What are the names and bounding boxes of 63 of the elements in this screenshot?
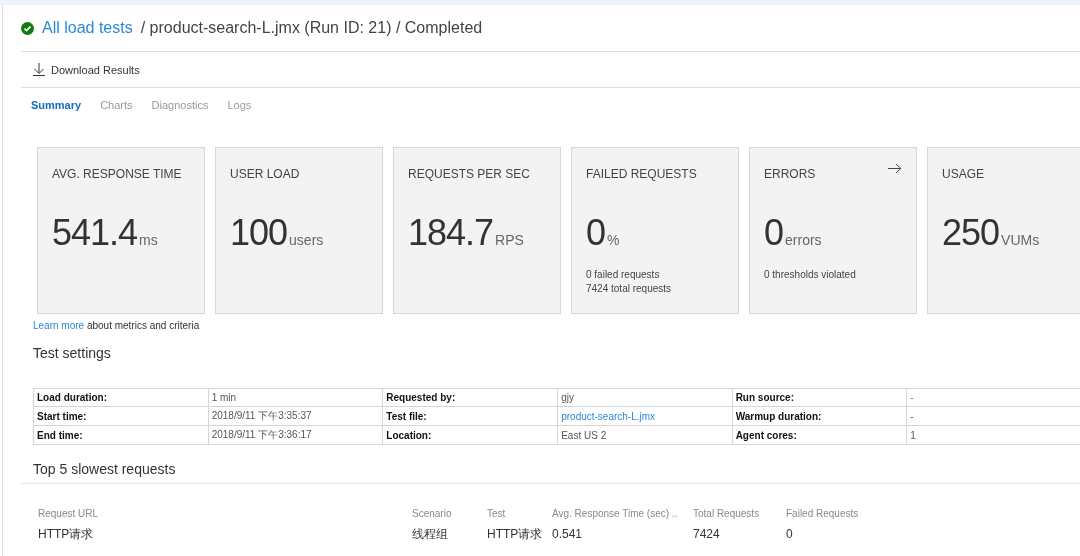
metric-value: 541.4 xyxy=(52,212,138,254)
metric-unit: errors xyxy=(785,232,822,248)
metric-title: ERRORS xyxy=(764,167,816,181)
section-title: Test settings xyxy=(32,344,112,363)
breadcrumb-link[interactable]: All load tests xyxy=(42,19,133,37)
metric-title: AVG. RESPONSE TIME xyxy=(52,167,182,181)
column-header: Failed Requests xyxy=(786,508,860,519)
column-header: Scenario xyxy=(412,508,453,519)
download-icon xyxy=(33,63,45,76)
setting-value: 2018/9/11 下午3:35:37 xyxy=(208,406,383,426)
metric-value: 0 xyxy=(586,212,606,254)
metric-value: 100 xyxy=(230,212,288,254)
tab[interactable]: Summary xyxy=(31,97,82,112)
setting-value: 1 min xyxy=(208,388,383,407)
setting-label: Requested by: xyxy=(382,388,558,407)
table-cell-text: 线程组 xyxy=(412,527,449,541)
download-button[interactable]: Download Results xyxy=(21,63,140,76)
metric-title: FAILED REQUESTS xyxy=(586,167,697,181)
column-header: Request URL xyxy=(38,508,100,519)
metric-card[interactable]: ERRORS 0errors 0 thresholds violated xyxy=(749,147,917,314)
tab[interactable]: Logs xyxy=(227,97,252,112)
setting-value: East US 2 xyxy=(557,425,733,445)
setting-label: Test file: xyxy=(382,406,558,426)
metric-unit: RPS xyxy=(495,232,524,248)
setting-label: End time: xyxy=(33,425,209,445)
setting-value: 2018/9/11 下午3:36:17 xyxy=(208,425,383,445)
metric-unit: users xyxy=(289,232,324,248)
setting-label: Load duration: xyxy=(33,388,209,407)
table-cell-text: HTTP请求 xyxy=(38,527,95,541)
metric-title: USAGE xyxy=(942,167,984,181)
metric-value: 0 xyxy=(764,212,784,254)
metric-unit: VUMs xyxy=(1001,232,1040,248)
arrow-right-icon xyxy=(888,163,902,174)
setting-value: gjy xyxy=(557,388,733,407)
column-header: Avg. Response Time (sec) .. xyxy=(552,508,679,519)
tab[interactable]: Charts xyxy=(100,97,133,112)
table-cell-text: 0 xyxy=(786,527,794,541)
metric-title: REQUESTS PER SEC xyxy=(408,167,531,181)
metric-note: 0 thresholds violated xyxy=(764,268,857,282)
setting-label: Warmup duration: xyxy=(732,406,907,426)
setting-link[interactable]: - xyxy=(906,388,1080,407)
section-title: Top 5 slowest requests xyxy=(21,445,1080,484)
tab[interactable]: Diagnostics xyxy=(151,97,209,112)
metric-title: USER LOAD xyxy=(230,167,300,181)
breadcrumb-trail: / product-search-L.jmx (Run ID: 21) / Completed xyxy=(140,19,483,37)
table-cell-text: HTTP请求 xyxy=(487,527,544,541)
setting-label: Start time: xyxy=(33,406,209,426)
metric-unit: ms xyxy=(139,232,158,248)
setting-label: Agent cores: xyxy=(732,425,907,445)
metric-note: 0 failed requests xyxy=(586,268,661,282)
metric-value: 184.7 xyxy=(408,212,494,254)
metric-note: 7424 total requests xyxy=(586,282,673,296)
setting-label: Location: xyxy=(382,425,558,445)
learn-more-text: about metrics and criteria xyxy=(86,320,200,331)
metric-value: 250 xyxy=(942,212,1000,254)
metric-unit: % xyxy=(607,232,620,248)
setting-link[interactable]: product-search-L.jmx xyxy=(557,406,733,426)
column-header: Total Requests xyxy=(693,508,761,519)
learn-more-link[interactable]: Learn more xyxy=(33,320,85,331)
setting-label: Run source: xyxy=(732,388,907,407)
table-cell-text: 0.541 xyxy=(552,527,584,541)
column-header: Test xyxy=(487,508,507,519)
table-cell-text: 7424 xyxy=(693,527,721,541)
